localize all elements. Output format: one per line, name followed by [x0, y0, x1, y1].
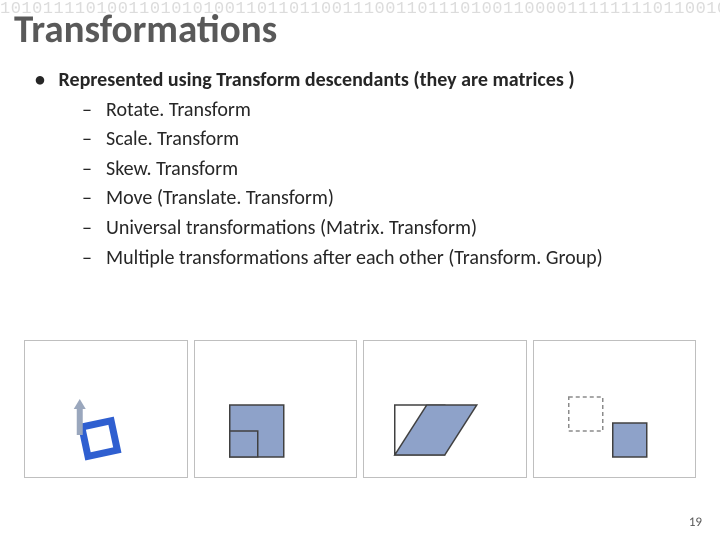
- sub-item: Skew. Transform: [106, 157, 238, 181]
- sub-item: Move (Translate. Transform): [106, 186, 334, 210]
- sub-item: Universal transformations (Matrix. Trans…: [106, 216, 477, 240]
- sub-item: Scale. Transform: [106, 127, 239, 151]
- rotate-diagram: [24, 340, 188, 478]
- rotate-icon: [25, 341, 187, 477]
- sub-item: Rotate. Transform: [106, 98, 251, 122]
- slide: 1010111101001101010100110110110011100110…: [0, 0, 720, 540]
- slide-title: Transformations: [14, 6, 277, 53]
- translate-diagram: [533, 340, 697, 478]
- sub-item: Multiple transformations after each othe…: [106, 246, 603, 270]
- scale-icon: [195, 341, 357, 477]
- skew-diagram: [363, 340, 527, 478]
- page-number: 19: [689, 515, 702, 530]
- slide-body: Represented using Transform descendants …: [26, 66, 698, 273]
- bullet-main: Represented using Transform descendants …: [59, 68, 575, 92]
- scale-diagram: [194, 340, 358, 478]
- translate-icon: [534, 341, 696, 477]
- figure-row: [24, 340, 696, 478]
- skew-icon: [364, 341, 526, 477]
